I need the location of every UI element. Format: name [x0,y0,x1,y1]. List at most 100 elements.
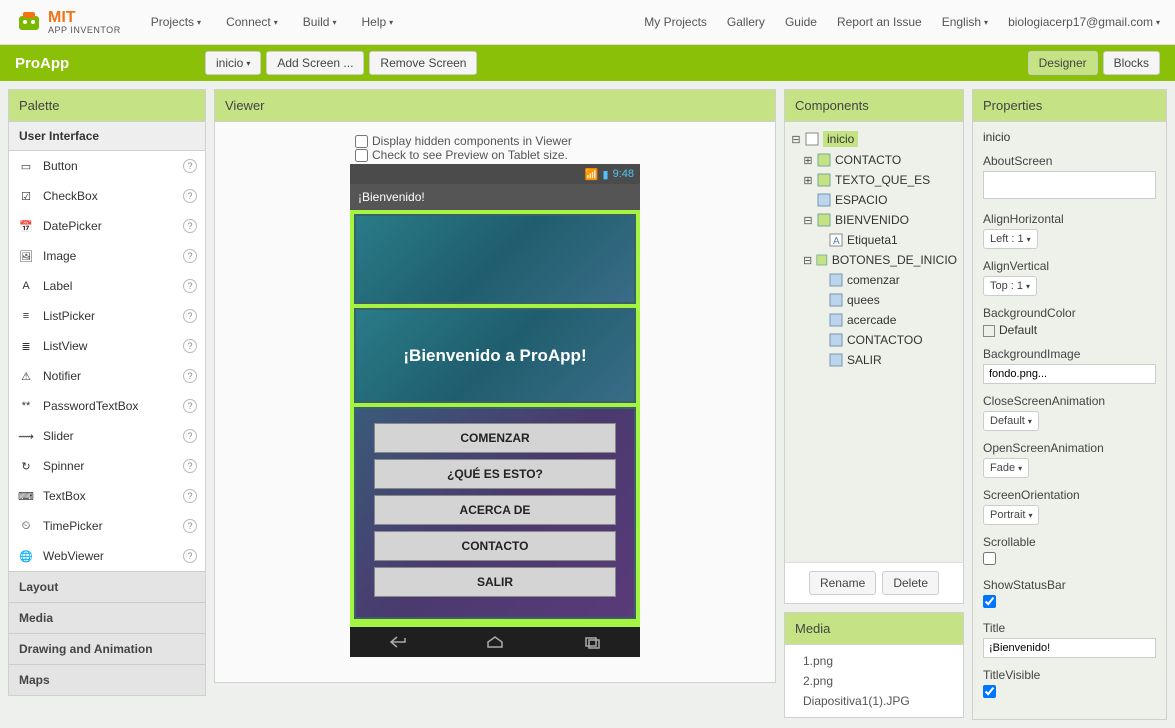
expand-icon[interactable]: ⊞ [803,154,813,167]
prop-alignh-select[interactable]: Left : 1 ▾ [983,229,1038,249]
palette-item-timepicker[interactable]: ⏲TimePicker? [9,511,205,541]
help-icon[interactable]: ? [183,219,197,233]
designer-tab[interactable]: Designer [1028,51,1098,75]
prop-statusbar-checkbox[interactable] [983,595,996,608]
menu-build[interactable]: Build▾ [303,15,337,29]
help-icon[interactable]: ? [183,189,197,203]
prop-about-input[interactable] [983,171,1156,199]
hidden-components-checkbox[interactable] [355,135,368,148]
preview-button[interactable]: COMENZAR [374,423,616,453]
palette-item-checkbox[interactable]: ☑CheckBox? [9,181,205,211]
help-icon[interactable]: ? [183,519,197,533]
collapse-icon[interactable]: ⊟ [803,214,813,227]
help-icon[interactable]: ? [183,489,197,503]
palette-item-textbox[interactable]: ⌨TextBox? [9,481,205,511]
language-select[interactable]: English▾ [942,15,988,29]
palette-category-media[interactable]: Media [9,602,205,633]
help-icon[interactable]: ? [183,309,197,323]
prop-openanim-select[interactable]: Fade ▾ [983,458,1029,478]
prop-title-input[interactable] [983,638,1156,658]
tree-acercade[interactable]: acercade [829,310,957,330]
palette-category-maps[interactable]: Maps [9,664,205,695]
palette-category-user-interface[interactable]: User Interface [9,122,205,151]
account-email[interactable]: biologiacerp17@gmail.com▾ [1008,15,1160,29]
prop-closeanim-select[interactable]: Default ▾ [983,411,1039,431]
help-icon[interactable]: ? [183,429,197,443]
rename-button[interactable]: Rename [809,571,876,595]
tree-espacio[interactable]: ESPACIO [803,190,957,210]
palette-item-passwordtextbox[interactable]: **PasswordTextBox? [9,391,205,421]
add-screen-button[interactable]: Add Screen ... [266,51,364,75]
collapse-icon[interactable]: ⊟ [803,254,812,267]
palette-item-image[interactable]: 🖼Image? [9,241,205,271]
menu-help[interactable]: Help▾ [361,15,393,29]
layout-botones[interactable]: COMENZAR ¿QUÉ ES ESTO? ACERCA DE CONTACTO SA… [354,407,636,619]
preview-button[interactable]: SALIR [374,567,616,597]
expand-icon[interactable]: ⊞ [803,174,813,187]
home-icon [484,635,506,649]
prop-bgimage-input[interactable] [983,364,1156,384]
blocks-tab[interactable]: Blocks [1103,51,1160,75]
link-report-issue[interactable]: Report an Issue [837,15,922,29]
menu-projects[interactable]: Projects▾ [151,15,201,29]
help-icon[interactable]: ? [183,279,197,293]
preview-button[interactable]: ¿QUÉ ES ESTO? [374,459,616,489]
tree-botones-inicio[interactable]: ⊟BOTONES_DE_INICIO [803,250,957,270]
link-guide[interactable]: Guide [785,15,817,29]
media-item[interactable]: 2.png [803,671,945,691]
palette-category-drawing-and-animation[interactable]: Drawing and Animation [9,633,205,664]
tree-root[interactable]: ⊟inicio [791,128,957,150]
preview-button[interactable]: ACERCA DE [374,495,616,525]
palette-item-slider[interactable]: ⟿Slider? [9,421,205,451]
prop-orient-select[interactable]: Portrait ▾ [983,505,1039,525]
media-item[interactable]: Diapositiva1(1).JPG [803,691,945,711]
tablet-preview-checkbox[interactable] [355,149,368,162]
component-icon: A [17,277,35,295]
help-icon[interactable]: ? [183,339,197,353]
help-icon[interactable]: ? [183,459,197,473]
prop-scrollable-checkbox[interactable] [983,552,996,565]
prop-bgcolor-value[interactable]: Default [983,323,1156,337]
collapse-icon[interactable]: ⊟ [791,133,801,146]
screen-canvas[interactable]: ¡Bienvenido a ProApp! COMENZAR ¿QUÉ ES ES… [350,210,640,627]
prop-titlevis-checkbox[interactable] [983,685,996,698]
tree-contactoo[interactable]: CONTACTOO [829,330,957,350]
media-item[interactable]: 1.png [803,651,945,671]
tree-contacto[interactable]: ⊞CONTACTO [803,150,957,170]
palette-item-label[interactable]: ALabel? [9,271,205,301]
prop-alignv-select[interactable]: Top : 1 ▾ [983,276,1037,296]
help-icon[interactable]: ? [183,549,197,563]
layout-bienvenido[interactable]: ¡Bienvenido a ProApp! [354,308,636,403]
tree-quees[interactable]: quees [829,290,957,310]
palette-item-spinner[interactable]: ↻Spinner? [9,451,205,481]
palette-item-notifier[interactable]: ⚠Notifier? [9,361,205,391]
top-links: My Projects Gallery Guide Report an Issu… [644,15,1160,29]
tree-bienvenido[interactable]: ⊟BIENVENIDO [803,210,957,230]
palette-item-listview[interactable]: ≣ListView? [9,331,205,361]
logo[interactable]: MIT APP INVENTOR [15,8,121,36]
project-name: ProApp [15,55,205,72]
help-icon[interactable]: ? [183,249,197,263]
help-icon[interactable]: ? [183,399,197,413]
palette-category-layout[interactable]: Layout [9,571,205,602]
component-icon: ⚠ [17,367,35,385]
link-gallery[interactable]: Gallery [727,15,765,29]
tree-comenzar[interactable]: comenzar [829,270,957,290]
screen-icon [805,132,819,146]
palette-item-button[interactable]: ▭Button? [9,151,205,181]
layout-contacto[interactable] [354,214,636,304]
help-icon[interactable]: ? [183,159,197,173]
tree-etiqueta1[interactable]: AEtiqueta1 [829,230,957,250]
remove-screen-button[interactable]: Remove Screen [369,51,477,75]
tree-salir[interactable]: SALIR [829,350,957,370]
help-icon[interactable]: ? [183,369,197,383]
screen-select[interactable]: inicio▾ [205,51,261,75]
link-my-projects[interactable]: My Projects [644,15,707,29]
palette-item-datepicker[interactable]: 📅DatePicker? [9,211,205,241]
preview-button[interactable]: CONTACTO [374,531,616,561]
palette-item-listpicker[interactable]: ≡ListPicker? [9,301,205,331]
tree-texto-que-es[interactable]: ⊞TEXTO_QUE_ES [803,170,957,190]
delete-button[interactable]: Delete [882,571,939,595]
palette-item-webviewer[interactable]: 🌐WebViewer? [9,541,205,571]
menu-connect[interactable]: Connect▾ [226,15,278,29]
